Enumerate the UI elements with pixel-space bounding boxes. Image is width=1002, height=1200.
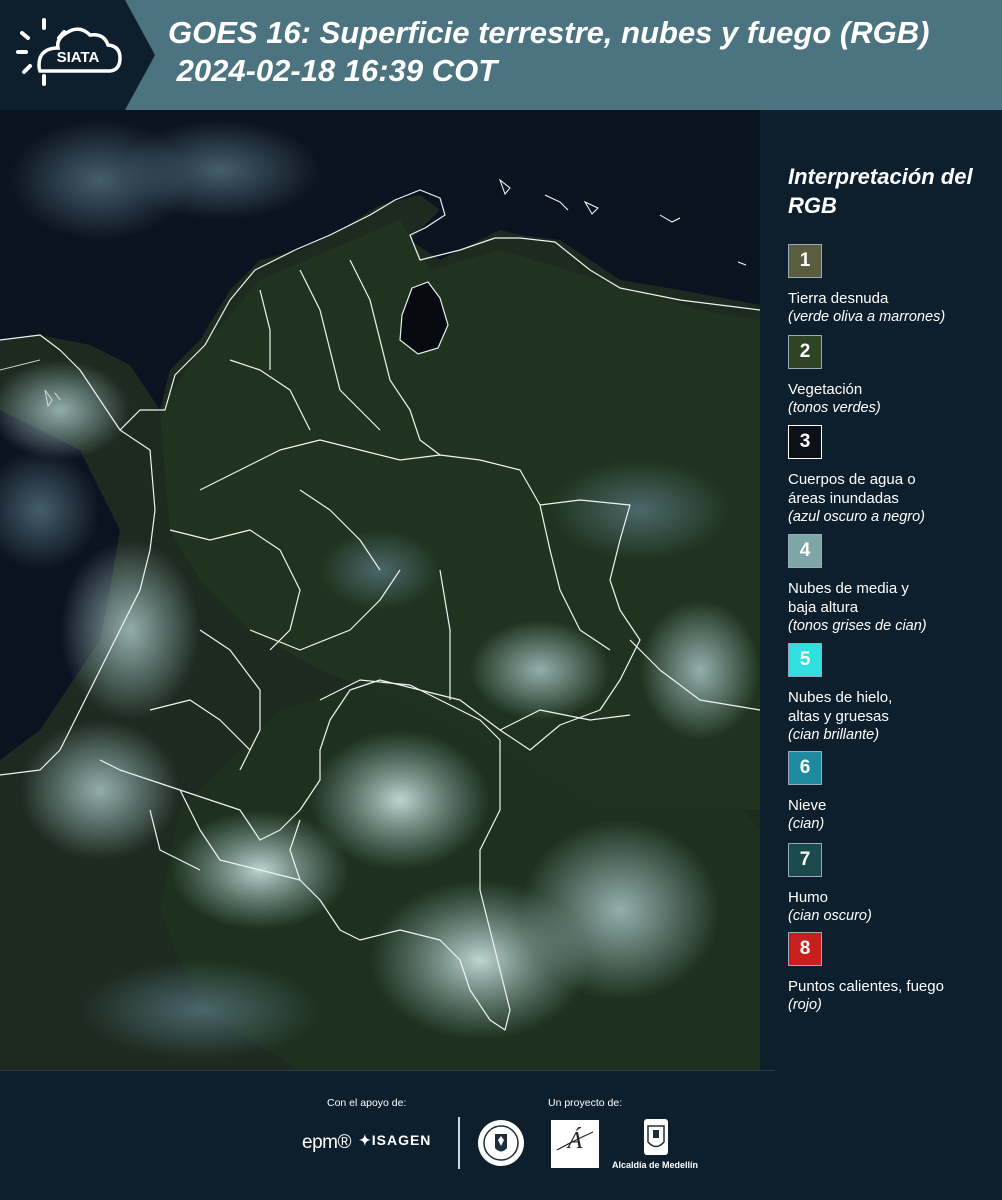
legend-label: Nubes de hielo, altas y gruesas: [788, 689, 893, 725]
isagen-logo: ✦ISAGEN: [359, 1132, 431, 1149]
legend-sublabel: (tonos verdes): [788, 400, 881, 416]
footer: Con el apoyo de: Un proyecto de: epm® ✦I…: [0, 1070, 1002, 1200]
siata-logo: SIATA: [0, 0, 155, 110]
project-label: Un proyecto de:: [548, 1097, 623, 1109]
legend-item-vegetation: 2 Vegetación (tonos verdes): [788, 335, 1000, 418]
legend-item-low-clouds: 4 Nubes de media y baja altura (tonos gr…: [788, 534, 1000, 636]
legend-label: Nubes de media y baja altura: [788, 580, 909, 616]
legend-sublabel: (cian): [788, 816, 825, 832]
legend-sublabel: (tonos grises de cian): [788, 618, 927, 634]
legend-sublabel: (cian brillante): [788, 727, 880, 743]
epm-logo: epm®: [302, 1132, 351, 1153]
title-line-2: 2024-02-18 16:39 COT: [168, 53, 498, 88]
isagen-mark-icon: ✦: [359, 1132, 372, 1148]
medellin-coat-of-arms-icon: [643, 1118, 669, 1161]
footer-vertical-divider: [458, 1117, 460, 1169]
legend-swatch-8: 8: [788, 932, 822, 966]
legend-label: Humo: [788, 889, 829, 906]
legend-label: Tierra desnuda: [788, 290, 889, 307]
legend-sublabel: (verde oliva a marrones): [788, 309, 946, 325]
legend-sublabel: (azul oscuro a negro): [788, 509, 926, 525]
legend-swatch-4: 4: [788, 534, 822, 568]
support-label: Con el apoyo de:: [327, 1097, 407, 1109]
legend-item-snow: 6 Nieve (cian): [788, 751, 1000, 834]
university-seal-icon: [476, 1118, 526, 1173]
legend-item-fire: 8 Puntos calientes, fuego (rojo): [788, 932, 1000, 1015]
siata-logo-text: SIATA: [57, 49, 100, 66]
satellite-map: [0, 110, 760, 1070]
page-title: GOES 16: Superficie terrestre, nubes y f…: [168, 14, 998, 90]
legend-sublabel: (cian oscuro): [788, 908, 872, 924]
legend-item-ice-clouds: 5 Nubes de hielo, altas y gruesas (cian …: [788, 643, 1000, 745]
header-bar: SIATA GOES 16: Superficie terrestre, nub…: [0, 0, 1002, 110]
legend-label: Cuerpos de agua o áreas inundadas: [788, 471, 916, 507]
title-line-1: GOES 16: Superficie terrestre, nubes y f…: [168, 15, 930, 50]
area-metropolitana-logo: Á: [551, 1120, 599, 1168]
legend-swatch-6: 6: [788, 751, 822, 785]
legend-swatch-7: 7: [788, 843, 822, 877]
legend-panel: Interpretación del RGB 1 Tierra desnuda …: [760, 110, 1002, 1070]
legend-label: Puntos calientes, fuego: [788, 978, 944, 995]
legend-sublabel: (rojo): [788, 997, 822, 1013]
legend-swatch-5: 5: [788, 643, 822, 677]
alcaldia-label: Alcaldía de Medellín: [612, 1160, 699, 1170]
legend-item-smoke: 7 Humo (cian oscuro): [788, 843, 1000, 926]
legend-label: Nieve: [788, 797, 827, 814]
legend-item-bare-soil: 1 Tierra desnuda (verde oliva a marrones…: [788, 244, 1000, 327]
footer-divider: [0, 1070, 775, 1071]
legend-swatch-2: 2: [788, 335, 822, 369]
legend-label: Vegetación: [788, 381, 863, 398]
legend-swatch-3: 3: [788, 425, 822, 459]
legend-swatch-1: 1: [788, 244, 822, 278]
isagen-text: ISAGEN: [371, 1132, 432, 1148]
legend-title: Interpretación del RGB: [788, 164, 973, 218]
legend-item-water: 3 Cuerpos de agua o áreas inundadas (azu…: [788, 425, 1000, 527]
